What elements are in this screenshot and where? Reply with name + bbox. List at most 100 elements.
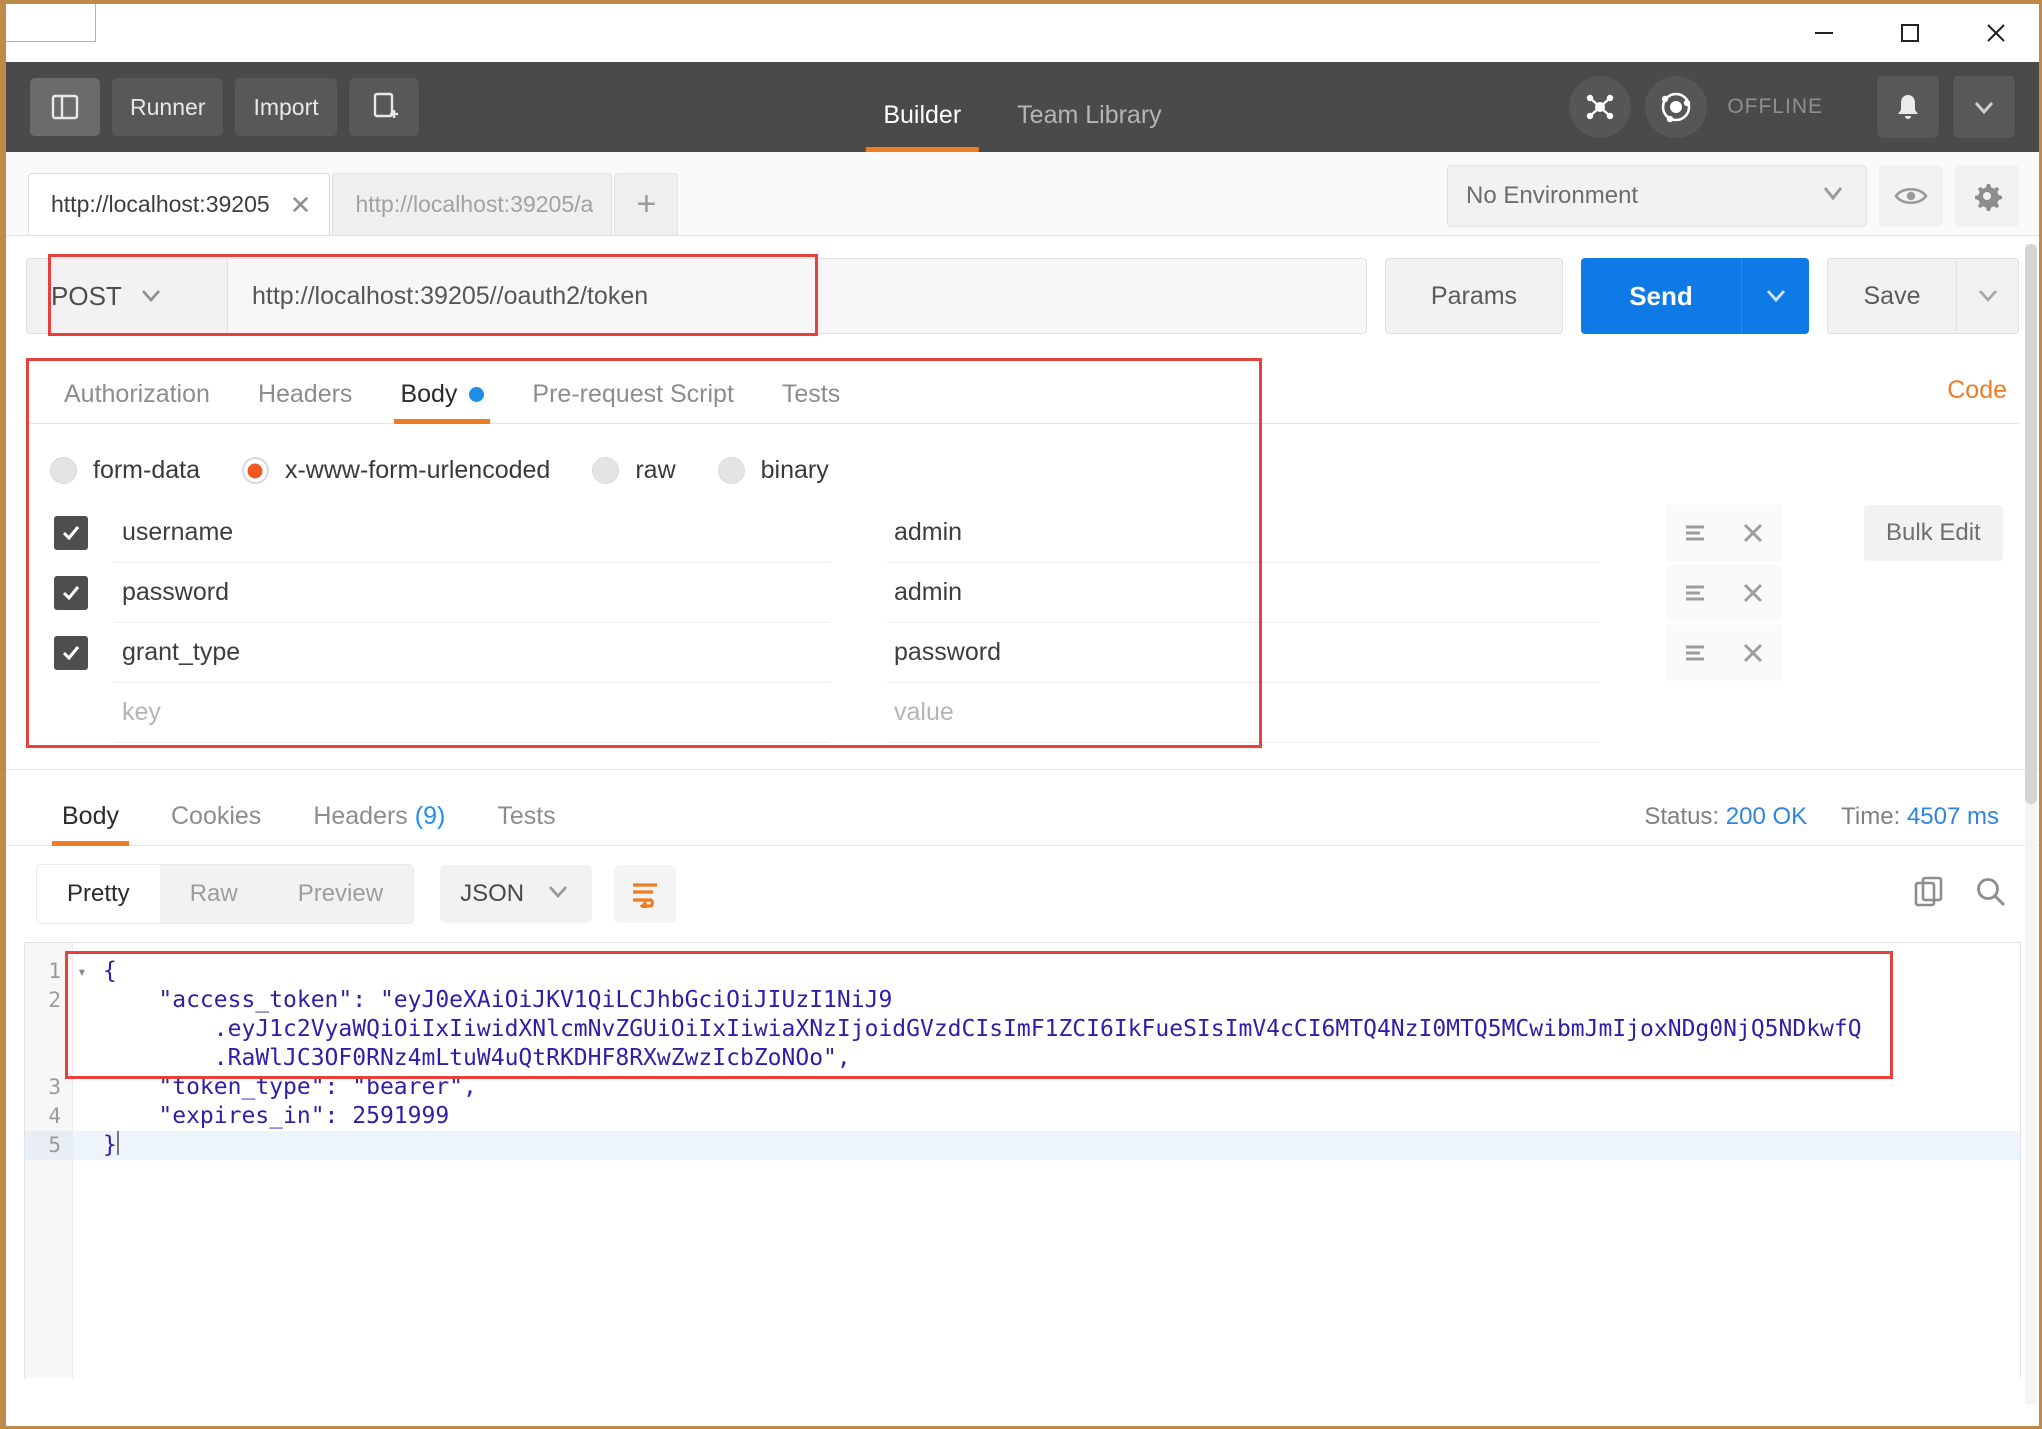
account-chevron-down-icon[interactable]	[1953, 76, 2015, 138]
gear-icon[interactable]	[1955, 165, 2019, 227]
bell-icon[interactable]	[1877, 76, 1939, 138]
response-tab-tests[interactable]: Tests	[471, 802, 581, 845]
code-line-text: "access_token": "eyJ0eXAiOiJKV1QiLCJhbGc…	[103, 987, 893, 1013]
view-mode-pretty[interactable]: Pretty	[37, 865, 160, 923]
row-delete-icon[interactable]	[1724, 505, 1782, 561]
response-tab-body[interactable]: Body	[36, 802, 145, 846]
nav-item-builder[interactable]: Builder	[855, 101, 989, 152]
search-icon[interactable]	[1973, 874, 2009, 915]
response-tab-headers-label: Headers	[313, 802, 408, 830]
body-params-table: username admin Bulk Edit password admin …	[26, 495, 2019, 743]
param-value-input[interactable]: admin	[886, 563, 1600, 623]
row-description-icon[interactable]	[1666, 505, 1724, 561]
chevron-down-icon	[544, 880, 572, 908]
main-scrollbar[interactable]	[2025, 244, 2037, 1404]
code-line-number: 3	[48, 1075, 61, 1099]
param-key-input[interactable]: grant_type	[114, 623, 830, 683]
send-button[interactable]: Send	[1581, 258, 1741, 334]
sync-status-icon[interactable]	[1645, 76, 1708, 138]
tab-authorization[interactable]: Authorization	[40, 380, 234, 423]
response-tab-headers[interactable]: Headers (9)	[287, 802, 471, 845]
request-tab-0-label: http://localhost:39205	[51, 191, 270, 217]
response-tab-cookies[interactable]: Cookies	[145, 802, 287, 845]
fold-toggle-icon[interactable]: ▾	[73, 957, 91, 986]
response-format-select[interactable]: JSON	[440, 865, 593, 923]
request-tab-1[interactable]: http://localhost:39205/api/t	[332, 173, 613, 235]
row-enabled-checkbox[interactable]	[54, 636, 88, 670]
send-options-button[interactable]	[1741, 258, 1809, 334]
save-button[interactable]: Save	[1827, 258, 1957, 334]
param-key-input[interactable]: username	[114, 503, 830, 563]
network-icon[interactable]	[1569, 76, 1632, 138]
environment-select[interactable]: No Environment	[1447, 165, 1867, 227]
text-caret	[116, 1131, 119, 1155]
url-input[interactable]: http://localhost:39205//oauth2/token	[228, 258, 1367, 334]
chevron-down-icon	[138, 281, 164, 312]
table-row: username admin Bulk Edit	[26, 503, 2019, 563]
body-type-raw[interactable]: raw	[592, 456, 676, 485]
add-request-tab-button[interactable]: +	[614, 173, 679, 235]
bulk-edit-label: Bulk Edit	[1886, 519, 1981, 546]
param-value-input-new[interactable]: value	[886, 683, 1600, 743]
close-icon[interactable]: ✕	[290, 192, 312, 218]
status-label: Status:	[1644, 803, 1720, 830]
param-value-input[interactable]: admin	[886, 503, 1600, 563]
tab-body[interactable]: Body	[376, 380, 508, 424]
tab-pre-request-script[interactable]: Pre-request Script	[508, 380, 757, 423]
eye-icon[interactable]	[1879, 165, 1943, 227]
radio-icon	[717, 457, 745, 484]
row-enabled-checkbox[interactable]	[54, 516, 88, 550]
window-close-button[interactable]	[1953, 4, 2039, 62]
sidebar-toggle-button[interactable]	[30, 78, 100, 136]
param-key-value: grant_type	[122, 638, 241, 666]
tab-tests-label: Tests	[781, 380, 841, 408]
new-window-icon	[373, 92, 398, 118]
code-line-text: }	[103, 1132, 117, 1158]
body-modified-dot-icon	[469, 387, 485, 402]
param-value-input[interactable]: password	[886, 623, 1600, 683]
response-body-viewer[interactable]: 1 ▾ { 2 "access_token": "eyJ0eXAiOiJKV1Q…	[24, 942, 2021, 1378]
scrollbar-thumb[interactable]	[2025, 244, 2037, 804]
table-row: grant_type password	[26, 623, 2019, 683]
runner-button[interactable]: Runner	[112, 78, 224, 136]
word-wrap-icon[interactable]	[614, 865, 677, 923]
row-enabled-checkbox[interactable]	[54, 576, 88, 610]
bulk-edit-button[interactable]: Bulk Edit	[1864, 505, 2003, 561]
body-type-urlencoded[interactable]: x-www-form-urlencoded	[241, 456, 550, 485]
params-button[interactable]: Params	[1385, 258, 1563, 334]
environment-area: No Environment	[1447, 165, 2019, 227]
time-value: 4507 ms	[1906, 803, 1999, 830]
view-mode-preview-label: Preview	[297, 880, 384, 907]
row-delete-icon[interactable]	[1724, 625, 1782, 681]
request-body-panel: Authorization Headers Body Pre-request S…	[26, 358, 2019, 748]
copy-icon[interactable]	[1911, 874, 1947, 915]
header-right-group: OFFLINE	[1569, 76, 2015, 138]
code-link[interactable]: Code	[1947, 376, 2007, 405]
save-options-button[interactable]	[1957, 258, 2019, 334]
import-button[interactable]: Import	[235, 78, 337, 136]
http-method-select[interactable]: POST	[26, 258, 228, 334]
import-label: Import	[253, 93, 319, 120]
tab-tests[interactable]: Tests	[758, 380, 864, 423]
row-description-icon[interactable]	[1666, 565, 1724, 621]
code-line-number: 4	[48, 1104, 61, 1128]
new-window-button[interactable]	[348, 78, 419, 136]
tab-headers[interactable]: Headers	[234, 380, 377, 423]
row-description-icon[interactable]	[1666, 625, 1724, 681]
body-type-binary[interactable]: binary	[717, 456, 829, 485]
radio-icon-selected	[241, 457, 269, 484]
status-value: 200 OK	[1725, 803, 1808, 830]
request-tab-0[interactable]: http://localhost:39205 ✕	[28, 173, 331, 235]
view-mode-preview[interactable]: Preview	[268, 865, 413, 923]
view-mode-raw[interactable]: Raw	[160, 865, 268, 923]
param-key-input-new[interactable]: key	[114, 683, 830, 743]
row-delete-icon[interactable]	[1724, 565, 1782, 621]
chevron-down-icon	[1818, 182, 1848, 210]
code-line-wrapped: .RaWlJC3OF0RNz4mLtuW4uQtRKDHF8RXwZwzIcbZ…	[25, 1044, 2020, 1073]
window-minimize-button[interactable]	[1781, 4, 1867, 62]
nav-item-team-library[interactable]: Team Library	[989, 101, 1190, 152]
body-type-form-data[interactable]: form-data	[50, 456, 200, 485]
code-line-text: .eyJ1c2VyaWQiOiIxIiwidXNlcmNvZGUiOiIxIiw…	[103, 1016, 1862, 1042]
window-maximize-button[interactable]	[1867, 4, 1953, 62]
param-key-input[interactable]: password	[114, 563, 830, 623]
